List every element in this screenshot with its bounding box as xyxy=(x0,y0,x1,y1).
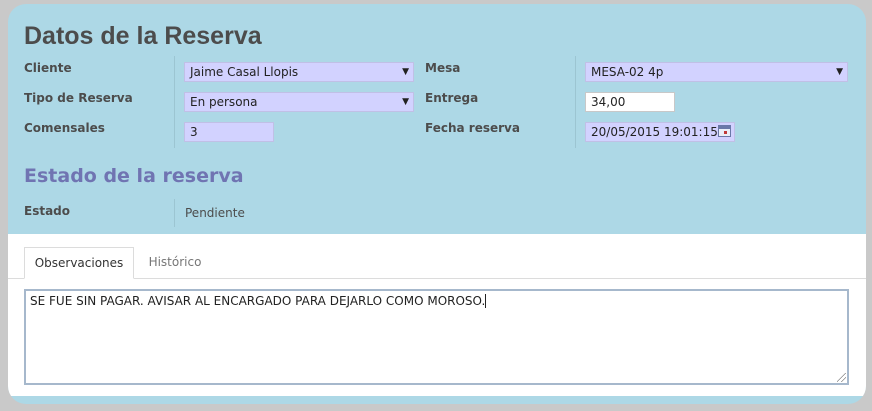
estado-label: Estado xyxy=(24,204,71,218)
mesa-value: MESA-02 4p xyxy=(591,65,664,79)
calendar-icon[interactable] xyxy=(718,125,731,137)
observaciones-text: SE FUE SIN PAGAR. AVISAR AL ENCARGADO PA… xyxy=(30,294,486,308)
fecha-reserva-label: Fecha reserva xyxy=(425,121,520,135)
fecha-reserva-value: 20/05/2015 19:01:15 xyxy=(591,125,718,139)
estado-divider xyxy=(174,199,175,227)
comensales-input[interactable]: 3 xyxy=(184,122,274,142)
notebook: Observaciones Histórico SE FUE SIN PAGAR… xyxy=(8,234,866,396)
estado-value: Pendiente xyxy=(185,206,245,220)
cliente-label: Cliente xyxy=(24,61,72,75)
comensales-value: 3 xyxy=(190,125,198,139)
text-caret xyxy=(485,294,487,308)
resize-handle-icon[interactable] xyxy=(837,373,846,382)
entrega-value: 34,00 xyxy=(591,95,626,109)
entrega-label: Entrega xyxy=(425,91,479,105)
cliente-select[interactable]: Jaime Casal Llopis ▼ xyxy=(184,62,414,82)
chevron-down-icon: ▼ xyxy=(402,97,409,107)
reservation-form: Datos de la Reserva Cliente Tipo de Rese… xyxy=(8,4,866,404)
right-column-divider xyxy=(575,56,576,148)
fecha-reserva-input[interactable]: 20/05/2015 19:01:15 xyxy=(585,122,735,142)
entrega-input[interactable]: 34,00 xyxy=(585,92,675,112)
tipo-reserva-label: Tipo de Reserva xyxy=(24,91,133,105)
chevron-down-icon: ▼ xyxy=(836,67,843,77)
estado-section-title: Estado de la reserva xyxy=(24,165,244,187)
form-title: Datos de la Reserva xyxy=(24,22,262,50)
tipo-reserva-select[interactable]: En persona ▼ xyxy=(184,92,414,112)
tab-bar-line xyxy=(8,278,866,279)
tab-historico[interactable]: Histórico xyxy=(136,247,214,278)
observaciones-textarea[interactable]: SE FUE SIN PAGAR. AVISAR AL ENCARGADO PA… xyxy=(24,289,849,385)
cliente-value: Jaime Casal Llopis xyxy=(190,65,299,79)
mesa-label: Mesa xyxy=(425,61,461,75)
mesa-select[interactable]: MESA-02 4p ▼ xyxy=(585,62,848,82)
tab-observaciones[interactable]: Observaciones xyxy=(24,247,134,279)
tipo-reserva-value: En persona xyxy=(190,95,258,109)
chevron-down-icon: ▼ xyxy=(402,67,409,77)
left-column-divider xyxy=(174,56,175,148)
comensales-label: Comensales xyxy=(24,121,105,135)
